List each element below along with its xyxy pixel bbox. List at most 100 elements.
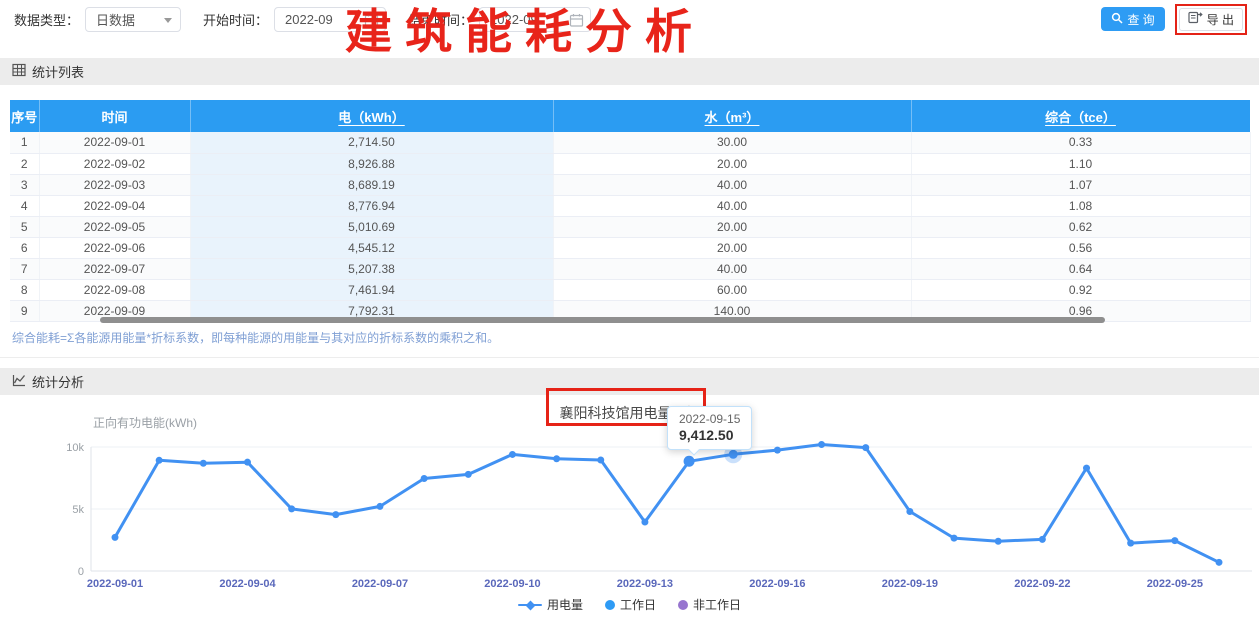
legend-circle-marker-icon [678,600,688,610]
section-divider [0,357,1259,358]
calendar-icon[interactable] [569,13,584,31]
export-button-label: 导 出 [1207,11,1234,28]
line-chart-icon [12,373,26,390]
line-chart-svg[interactable]: 05k10k正向有功电能(kWh)2022-09-012022-09-04202… [0,395,1259,617]
search-icon [1111,12,1123,27]
table-cell: 0.62 [911,216,1250,237]
chevron-down-icon [164,18,172,23]
table-cell: 7,461.94 [190,279,553,300]
svg-text:2022-09-16: 2022-09-16 [749,578,805,590]
data-type-select[interactable]: 日数据 [85,7,181,32]
start-time-group: 开始时间： 2022-09 [203,7,386,32]
data-type-value: 日数据 [96,10,135,29]
table-cell: 4 [10,195,39,216]
start-time-input[interactable]: 2022-09 [274,7,386,32]
svg-text:2022-09-04: 2022-09-04 [219,578,276,590]
table-cell: 20.00 [553,237,911,258]
column-header: 序号 [10,100,39,132]
end-time-label: 结束时间： [408,10,473,29]
tooltip-date: 2022-09-15 [679,412,740,426]
svg-text:2022-09-13: 2022-09-13 [617,578,673,590]
table-row[interactable]: 52022-09-055,010.6920.000.62 [10,216,1250,237]
table-cell: 6 [10,237,39,258]
table-cell: 60.00 [553,279,911,300]
legend-item-用电量[interactable]: 用电量 [518,596,583,613]
chart-tooltip: 2022-09-15 9,412.50 [667,406,752,450]
table-cell: 5,207.38 [190,258,553,279]
svg-text:2022-09-19: 2022-09-19 [882,578,938,590]
column-header[interactable]: 水（m³） [553,100,911,132]
tooltip-value: 9,412.50 [679,427,740,443]
legend-item-工作日[interactable]: 工作日 [605,596,656,613]
table-row[interactable]: 22022-09-028,926.8820.001.10 [10,153,1250,174]
table-row[interactable]: 12022-09-012,714.5030.000.33 [10,132,1250,153]
chart-title: 襄阳科技馆用电量分析 [0,403,1259,423]
column-header[interactable]: 综合（tce） [911,100,1250,132]
horizontal-scrollbar[interactable] [100,317,1105,323]
table-cell: 2022-09-01 [39,132,190,153]
export-icon [1188,11,1203,27]
legend-label: 工作日 [620,596,656,613]
svg-text:0: 0 [78,566,84,578]
query-button-label: 查 询 [1127,11,1154,28]
export-button[interactable]: 导 出 [1179,8,1243,31]
table-cell: 8,689.19 [190,174,553,195]
table-cell: 0.92 [911,279,1250,300]
svg-text:2022-09-07: 2022-09-07 [352,578,408,590]
legend-item-非工作日[interactable]: 非工作日 [678,596,741,613]
table-cell: 3 [10,174,39,195]
end-time-group: 结束时间： 2022-09 [408,7,591,32]
stats-table-header-row: 序号时间电（kWh）水（m³）综合（tce） [10,100,1250,132]
start-time-label: 开始时间： [203,10,268,29]
table-cell: 1.08 [911,195,1250,216]
stats-analysis-section-title: 统计分析 [32,372,84,391]
table-row[interactable]: 42022-09-048,776.9440.001.08 [10,195,1250,216]
energy-analysis-page: 数据类型： 日数据 开始时间： 2022-09 结束时间： 2022-09 [0,0,1259,617]
svg-text:5k: 5k [72,504,84,516]
table-cell: 1.07 [911,174,1250,195]
start-time-value: 2022-09 [285,12,333,27]
svg-text:2022-09-10: 2022-09-10 [484,578,540,590]
table-row[interactable]: 82022-09-087,461.9460.000.92 [10,279,1250,300]
table-row[interactable]: 62022-09-064,545.1220.000.56 [10,237,1250,258]
table-row[interactable]: 32022-09-038,689.1940.001.07 [10,174,1250,195]
table-cell: 40.00 [553,258,911,279]
table-icon [12,63,26,80]
data-type-group: 数据类型： 日数据 [14,7,181,32]
table-cell: 5 [10,216,39,237]
end-time-value: 2022-09 [490,12,538,27]
annotation-box-export: 导 出 [1175,4,1247,35]
legend-label: 非工作日 [693,596,741,613]
legend-line-marker-icon [518,600,542,610]
table-cell: 2022-09-05 [39,216,190,237]
svg-text:2022-09-25: 2022-09-25 [1147,578,1203,590]
table-cell: 20.00 [553,216,911,237]
svg-text:2022-09-01: 2022-09-01 [87,578,143,590]
filter-toolbar: 数据类型： 日数据 开始时间： 2022-09 结束时间： 2022-09 [0,0,1259,34]
end-time-input[interactable]: 2022-09 [479,7,591,32]
column-header[interactable]: 电（kWh） [190,100,553,132]
legend-circle-marker-icon [605,600,615,610]
table-cell: 2022-09-04 [39,195,190,216]
table-cell: 2,714.50 [190,132,553,153]
table-cell: 0.56 [911,237,1250,258]
table-cell: 8 [10,279,39,300]
table-cell: 4,545.12 [190,237,553,258]
table-cell: 20.00 [553,153,911,174]
calendar-icon[interactable] [364,13,379,31]
table-cell: 5,010.69 [190,216,553,237]
stats-list-section-header: 统计列表 [0,58,1259,85]
table-cell: 8,926.88 [190,153,553,174]
column-header: 时间 [39,100,190,132]
table-cell: 2022-09-02 [39,153,190,174]
stats-list-section-title: 统计列表 [32,62,84,81]
table-cell: 30.00 [553,132,911,153]
table-row[interactable]: 72022-09-075,207.3840.000.64 [10,258,1250,279]
table-cell: 7 [10,258,39,279]
table-cell: 1 [10,132,39,153]
table-cell: 9 [10,300,39,321]
table-cell: 2022-09-07 [39,258,190,279]
table-cell: 2022-09-06 [39,237,190,258]
table-cell: 40.00 [553,174,911,195]
query-button[interactable]: 查 询 [1101,7,1164,31]
